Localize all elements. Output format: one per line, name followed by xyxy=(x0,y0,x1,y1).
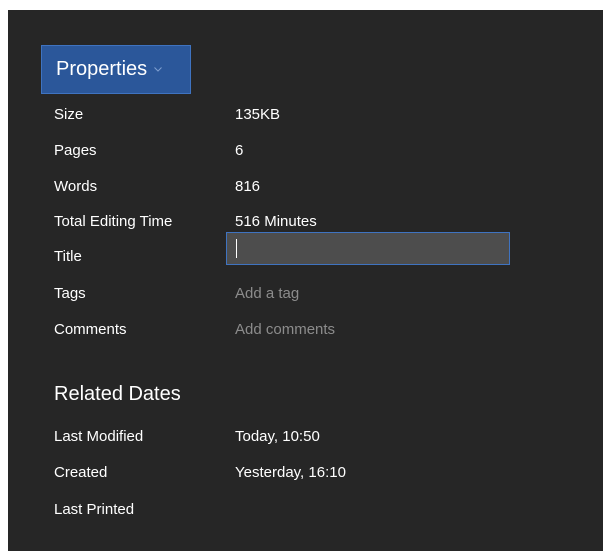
last-printed-label: Last Printed xyxy=(54,501,135,518)
comments-label: Comments xyxy=(54,321,127,338)
document-info-panel: Properties Size 135KB Pages 6 Words 816 … xyxy=(8,10,603,551)
size-value: 135KB xyxy=(235,106,281,123)
related-dates-heading: Related Dates xyxy=(54,383,181,405)
comments-row: Comments Add comments xyxy=(8,317,603,343)
tags-field[interactable]: Add a tag xyxy=(235,281,299,307)
properties-dropdown-button[interactable]: Properties xyxy=(41,45,191,94)
words-label: Words xyxy=(54,178,98,195)
last-printed-row: Last Printed xyxy=(8,497,603,523)
words-value: 816 xyxy=(235,178,261,195)
title-input[interactable] xyxy=(226,232,510,265)
size-row: Size 135KB xyxy=(8,102,603,128)
properties-button-label: Properties xyxy=(56,58,148,80)
created-label: Created xyxy=(54,464,108,481)
comments-field[interactable]: Add comments xyxy=(235,317,335,343)
chevron-down-icon xyxy=(153,65,163,75)
text-caret xyxy=(236,239,237,258)
last-modified-label: Last Modified xyxy=(54,428,144,445)
pages-row: Pages 6 xyxy=(8,138,603,164)
tags-label: Tags xyxy=(54,285,86,302)
pages-label: Pages xyxy=(54,142,97,159)
created-row: Created Yesterday, 16:10 xyxy=(8,460,603,486)
created-value: Yesterday, 16:10 xyxy=(235,464,346,481)
pages-value: 6 xyxy=(235,142,244,159)
last-modified-row: Last Modified Today, 10:50 xyxy=(8,424,603,450)
tags-row: Tags Add a tag xyxy=(8,281,603,307)
last-modified-value: Today, 10:50 xyxy=(235,428,320,445)
title-label: Title xyxy=(54,248,82,265)
size-label: Size xyxy=(54,106,84,123)
editing-time-label: Total Editing Time xyxy=(54,213,173,230)
words-row: Words 816 xyxy=(8,174,603,200)
